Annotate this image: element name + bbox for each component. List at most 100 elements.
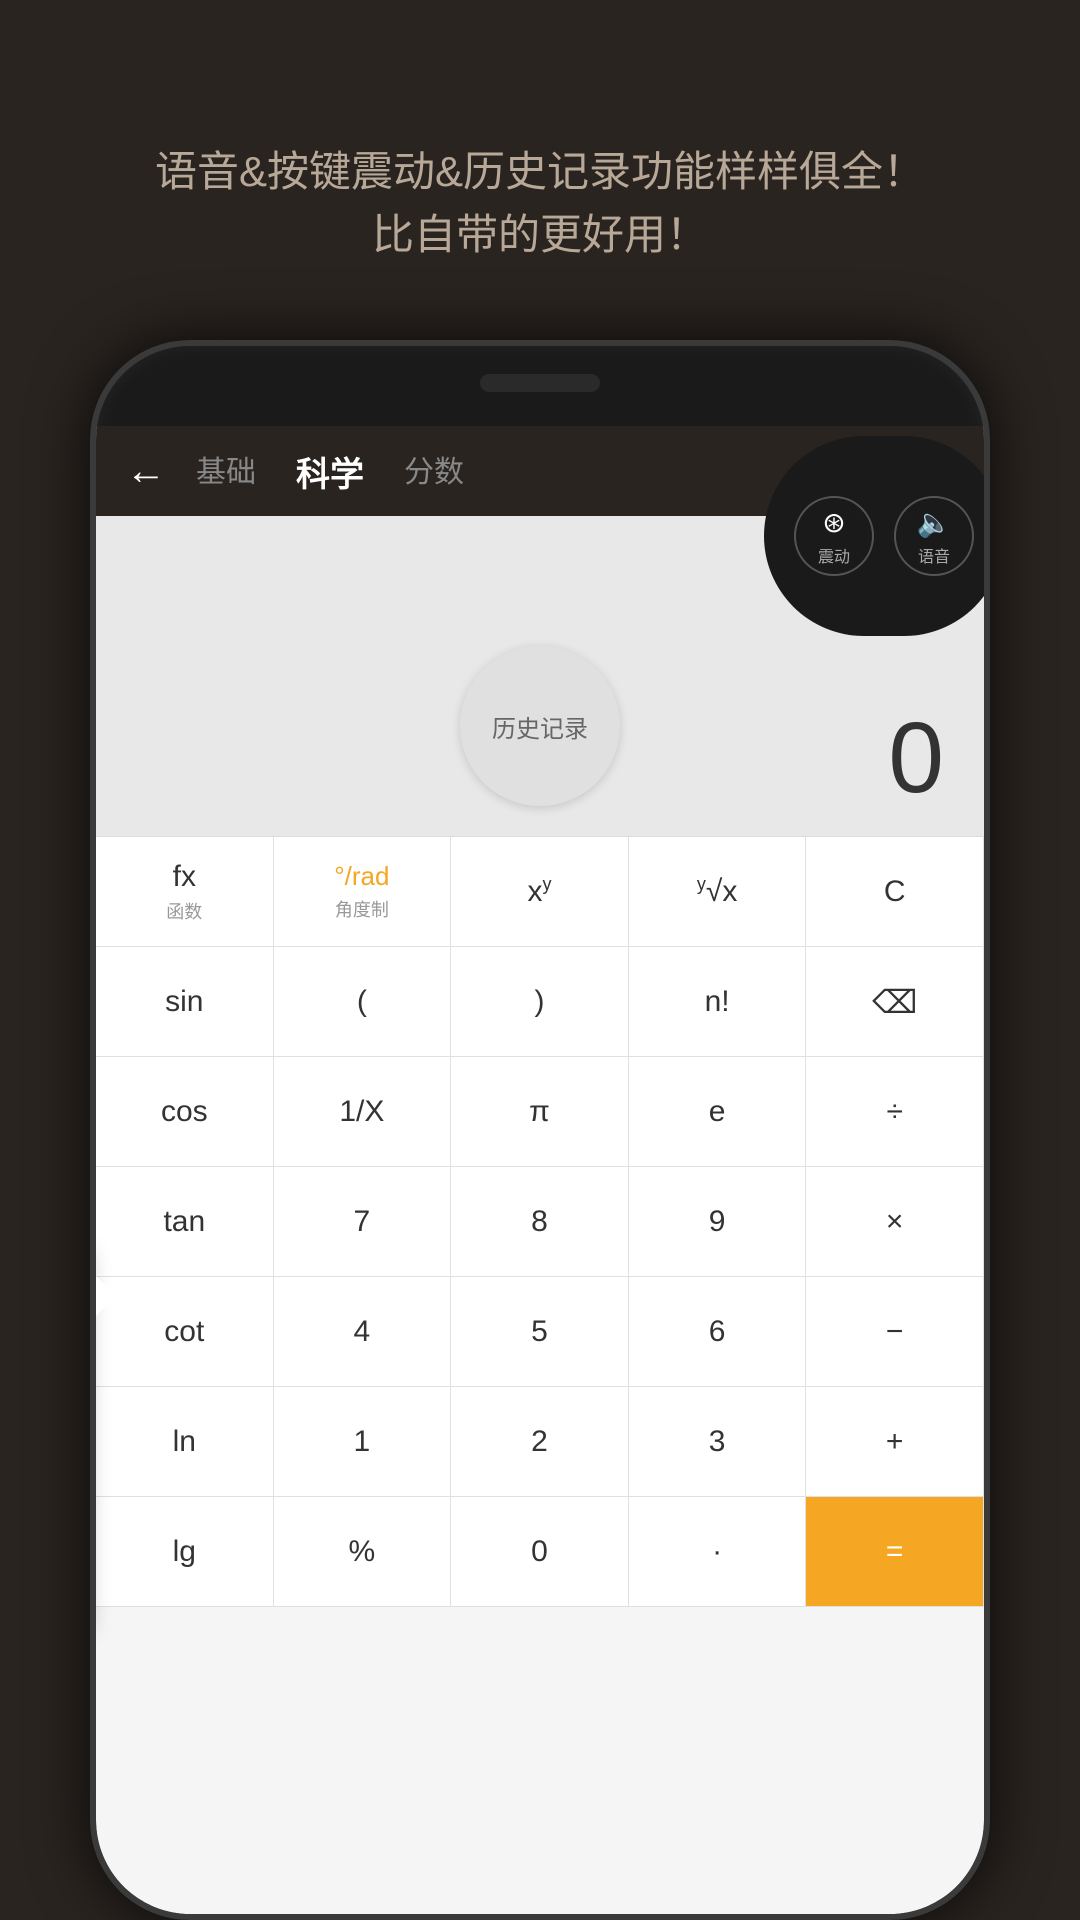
key-root-main: y√x <box>697 874 737 909</box>
key-reciprocal[interactable]: 1/X <box>274 1057 452 1167</box>
key-cos-main: cos <box>161 1095 208 1129</box>
sound-label: 语音 <box>918 543 950 567</box>
phone-frame: ← 基础 科学 分数 ⊛ 震动 🔈 语音 <box>90 340 990 1920</box>
key-cos[interactable]: cos <box>96 1057 274 1167</box>
key-3[interactable]: 3 <box>629 1387 807 1497</box>
key-6[interactable]: 6 <box>629 1277 807 1387</box>
key-reciprocal-main: 1/X <box>339 1095 384 1129</box>
key-pow[interactable]: xy <box>451 837 629 947</box>
key-angle[interactable]: °/rad 角度制 <box>274 837 452 947</box>
nav-tabs: 基础 科学 分数 <box>196 447 464 496</box>
phone-speaker <box>480 374 600 392</box>
key-tan-main: tan <box>163 1205 205 1239</box>
key-root[interactable]: y√x <box>629 837 807 947</box>
key-multiply-main: × <box>886 1205 904 1239</box>
backspace-icon: ⌫ <box>872 983 917 1021</box>
key-add[interactable]: + <box>806 1387 984 1497</box>
key-fx-main: fx <box>173 860 196 894</box>
key-ln[interactable]: ln <box>96 1387 274 1497</box>
key-6-main: 6 <box>709 1315 726 1349</box>
key-lg[interactable]: lg <box>96 1497 274 1607</box>
key-9-main: 9 <box>709 1205 726 1239</box>
key-7[interactable]: 7 <box>274 1167 452 1277</box>
tab-fraction[interactable]: 分数 <box>404 447 464 496</box>
top-action-buttons: ⊛ 震动 🔈 语音 <box>764 436 990 636</box>
key-equals-main: = <box>886 1535 904 1569</box>
display-value: 0 <box>888 701 944 816</box>
keyboard: fx 函数 °/rad 角度制 xy y√x C sin ( <box>96 836 984 1607</box>
key-5-main: 5 <box>531 1315 548 1349</box>
key-divide-main: ÷ <box>886 1095 902 1129</box>
history-label: 历史记录 <box>492 709 588 744</box>
vibrate-label: 震动 <box>818 543 850 567</box>
header-text: 语音&按键震动&历史记录功能样样俱全！ 比自带的更好用！ <box>0 140 1080 266</box>
key-dot[interactable]: · <box>629 1497 807 1607</box>
key-subtract-main: − <box>886 1315 904 1349</box>
key-fx[interactable]: fx 函数 <box>96 837 274 947</box>
sidebar-cot-inv[interactable]: cot-1 <box>90 1546 96 1607</box>
key-7-main: 7 <box>354 1205 371 1239</box>
key-0[interactable]: 0 <box>451 1497 629 1607</box>
key-pi-main: π <box>529 1095 550 1129</box>
key-sin-main: sin <box>165 985 203 1019</box>
key-5[interactable]: 5 <box>451 1277 629 1387</box>
vibrate-button[interactable]: ⊛ 震动 <box>794 496 874 576</box>
tab-basic[interactable]: 基础 <box>196 447 256 496</box>
header-line2: 比自带的更好用！ <box>0 203 1080 266</box>
sidebar-tan-inv[interactable]: tan-1 <box>90 1484 96 1546</box>
key-cot-main: cot <box>164 1315 204 1349</box>
key-2[interactable]: 2 <box>451 1387 629 1497</box>
key-clear-main: C <box>884 875 906 909</box>
sidebar-main-item[interactable]: fx-1 反函数 <box>90 1266 96 1360</box>
key-subtract[interactable]: − <box>806 1277 984 1387</box>
key-e[interactable]: e <box>629 1057 807 1167</box>
key-dot-main: · <box>712 1535 722 1569</box>
key-pi[interactable]: π <box>451 1057 629 1167</box>
key-1-main: 1 <box>354 1425 371 1459</box>
key-3-main: 3 <box>709 1425 726 1459</box>
key-divide[interactable]: ÷ <box>806 1057 984 1167</box>
key-e-main: e <box>709 1095 726 1129</box>
key-pow-main: xy <box>527 874 551 909</box>
tab-science[interactable]: 科学 <box>296 447 364 496</box>
key-angle-sub: 角度制 <box>335 896 389 922</box>
key-add-main: + <box>886 1425 904 1459</box>
key-fx-sub: 函数 <box>166 898 202 924</box>
key-8[interactable]: 8 <box>451 1167 629 1277</box>
key-4[interactable]: 4 <box>274 1277 452 1387</box>
sidebar-popup: fx-1 反函数 sin-1 cos-1 tan-1 cot-1 <box>90 1246 96 1627</box>
key-lparen[interactable]: ( <box>274 947 452 1057</box>
key-tan[interactable]: tan <box>96 1167 274 1277</box>
key-1[interactable]: 1 <box>274 1387 452 1497</box>
key-equals[interactable]: = <box>806 1497 984 1607</box>
key-8-main: 8 <box>531 1205 548 1239</box>
key-2-main: 2 <box>531 1425 548 1459</box>
key-factorial[interactable]: n! <box>629 947 807 1057</box>
key-backspace[interactable]: ⌫ <box>806 947 984 1057</box>
header-line1: 语音&按键震动&历史记录功能样样俱全！ <box>0 140 1080 203</box>
key-4-main: 4 <box>354 1315 371 1349</box>
key-0-main: 0 <box>531 1535 548 1569</box>
back-button[interactable]: ← <box>126 449 166 494</box>
history-button[interactable]: 历史记录 <box>460 646 620 806</box>
nav-bar: ← 基础 科学 分数 ⊛ 震动 🔈 语音 <box>96 426 984 516</box>
key-9[interactable]: 9 <box>629 1167 807 1277</box>
key-percent-main: % <box>349 1535 376 1569</box>
vibrate-icon: ⊛ <box>822 506 845 539</box>
calc-content: ← 基础 科学 分数 ⊛ 震动 🔈 语音 <box>96 426 984 1914</box>
key-cot[interactable]: cot <box>96 1277 274 1387</box>
sound-icon: 🔈 <box>917 506 952 539</box>
key-rparen-main: ) <box>534 985 544 1019</box>
key-sin[interactable]: sin <box>96 947 274 1057</box>
sidebar-sin-inv[interactable]: sin-1 <box>90 1360 96 1422</box>
key-lparen-main: ( <box>357 985 367 1019</box>
sidebar-cos-inv[interactable]: cos-1 <box>90 1422 96 1484</box>
key-rparen[interactable]: ) <box>451 947 629 1057</box>
key-lg-main: lg <box>173 1535 196 1569</box>
key-clear[interactable]: C <box>806 837 984 947</box>
key-multiply[interactable]: × <box>806 1167 984 1277</box>
key-factorial-main: n! <box>705 985 730 1019</box>
key-percent[interactable]: % <box>274 1497 452 1607</box>
top-buttons-row: ⊛ 震动 🔈 语音 <box>774 476 990 596</box>
sound-button[interactable]: 🔈 语音 <box>894 496 974 576</box>
